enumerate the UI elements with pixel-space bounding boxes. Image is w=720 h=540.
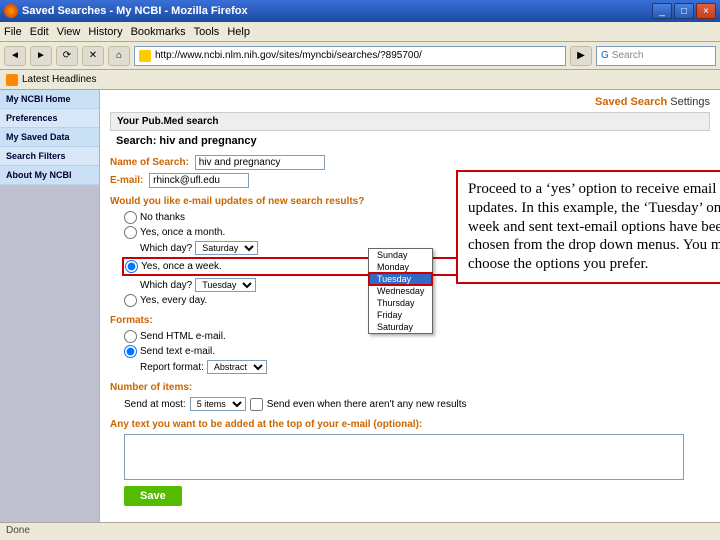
format-text-radio[interactable] <box>124 345 137 358</box>
url-text: http://www.ncbi.nlm.nih.gov/sites/myncbi… <box>155 50 422 61</box>
email-label: E-mail: <box>110 175 143 186</box>
anytext-textarea[interactable] <box>124 434 684 480</box>
email-value: rhinck@ufl.edu <box>149 173 249 188</box>
settings-heading: Saved Search Settings <box>110 96 710 108</box>
maximize-button[interactable]: □ <box>674 3 694 19</box>
save-button[interactable]: Save <box>124 486 182 506</box>
menu-history[interactable]: History <box>88 26 122 38</box>
minimize-button[interactable]: _ <box>652 3 672 19</box>
day-dropdown-list[interactable]: Sunday Monday Tuesday Wednesday Thursday… <box>368 248 433 334</box>
menu-tools[interactable]: Tools <box>194 26 220 38</box>
stop-button[interactable]: ✕ <box>82 46 104 66</box>
sidebar-item-about[interactable]: About My NCBI <box>0 166 99 185</box>
window-titlebar: Saved Searches - My NCBI - Mozilla Firef… <box>0 0 720 22</box>
back-button[interactable]: ◄ <box>4 46 26 66</box>
day-option-friday[interactable]: Friday <box>369 309 432 321</box>
day-option-tuesday[interactable]: Tuesday <box>369 273 432 285</box>
sidebar-item-saved-data[interactable]: My Saved Data <box>0 128 99 147</box>
sidebar-item-preferences[interactable]: Preferences <box>0 109 99 128</box>
radio-month-input[interactable] <box>124 226 137 239</box>
window-title: Saved Searches - My NCBI - Mozilla Firef… <box>22 5 248 17</box>
status-bar: Done <box>0 522 720 540</box>
radio-no-input[interactable] <box>124 211 137 224</box>
menu-bookmarks[interactable]: Bookmarks <box>131 26 186 38</box>
forward-button[interactable]: ► <box>30 46 52 66</box>
search-query-row: Search: hiv and pregnancy <box>110 133 710 149</box>
name-label: Name of Search: <box>110 157 189 168</box>
day-option-wednesday[interactable]: Wednesday <box>369 285 432 297</box>
status-text: Done <box>6 525 30 536</box>
sidebar-item-search-filters[interactable]: Search Filters <box>0 147 99 166</box>
pubmed-search-header: Your Pub.Med search <box>110 112 710 131</box>
name-of-search-row: Name of Search: <box>110 155 710 170</box>
radio-daily-input[interactable] <box>124 294 137 307</box>
firefox-icon <box>4 4 18 18</box>
anytext-label: Any text you want to be added at the top… <box>110 419 710 430</box>
sidebar: My NCBI Home Preferences My Saved Data S… <box>0 90 100 522</box>
menu-view[interactable]: View <box>57 26 81 38</box>
format-html-radio[interactable] <box>124 330 137 343</box>
radio-week-input[interactable] <box>125 260 138 273</box>
day-option-monday[interactable]: Monday <box>369 261 432 273</box>
bookmark-toolbar: Latest Headlines <box>0 70 720 90</box>
home-button[interactable]: ⌂ <box>108 46 130 66</box>
close-button[interactable]: × <box>696 3 716 19</box>
report-format-row: Report format: Abstract <box>140 360 710 374</box>
name-input[interactable] <box>195 155 325 170</box>
navigation-toolbar: ◄ ► ⟳ ✕ ⌂ http://www.ncbi.nlm.nih.gov/si… <box>0 42 720 70</box>
item-count-select[interactable]: 5 items <box>190 397 246 411</box>
weekly-day-select[interactable]: Tuesday <box>195 278 256 292</box>
format-text-row[interactable]: Send text e-mail. <box>124 345 710 358</box>
day-option-saturday[interactable]: Saturday <box>369 321 432 333</box>
search-engine-icon: G <box>601 50 609 61</box>
sidebar-spacer <box>0 185 99 522</box>
day-option-sunday[interactable]: Sunday <box>369 249 432 261</box>
go-button[interactable]: ▶ <box>570 46 592 66</box>
report-format-select[interactable]: Abstract <box>207 360 267 374</box>
instruction-callout: Proceed to a ‘yes’ option to receive ema… <box>456 170 720 284</box>
numitems-label: Number of items: <box>110 382 710 393</box>
url-bar[interactable]: http://www.ncbi.nlm.nih.gov/sites/myncbi… <box>134 46 566 66</box>
monthly-day-select[interactable]: Saturday <box>195 241 258 255</box>
reload-button[interactable]: ⟳ <box>56 46 78 66</box>
feed-icon <box>6 74 18 86</box>
search-box[interactable]: G Search <box>596 46 716 66</box>
send-even-checkbox[interactable] <box>250 398 263 411</box>
menu-file[interactable]: File <box>4 26 22 38</box>
menu-help[interactable]: Help <box>227 26 250 38</box>
numitems-row: Send at most: 5 items Send even when the… <box>124 397 710 411</box>
sidebar-item-home[interactable]: My NCBI Home <box>0 90 99 109</box>
menu-edit[interactable]: Edit <box>30 26 49 38</box>
latest-headlines[interactable]: Latest Headlines <box>22 74 97 85</box>
site-icon <box>139 50 151 62</box>
search-placeholder: Search <box>612 50 644 61</box>
menu-bar: File Edit View History Bookmarks Tools H… <box>0 22 720 42</box>
main-content: Saved Search Settings Your Pub.Med searc… <box>100 90 720 522</box>
day-option-thursday[interactable]: Thursday <box>369 297 432 309</box>
